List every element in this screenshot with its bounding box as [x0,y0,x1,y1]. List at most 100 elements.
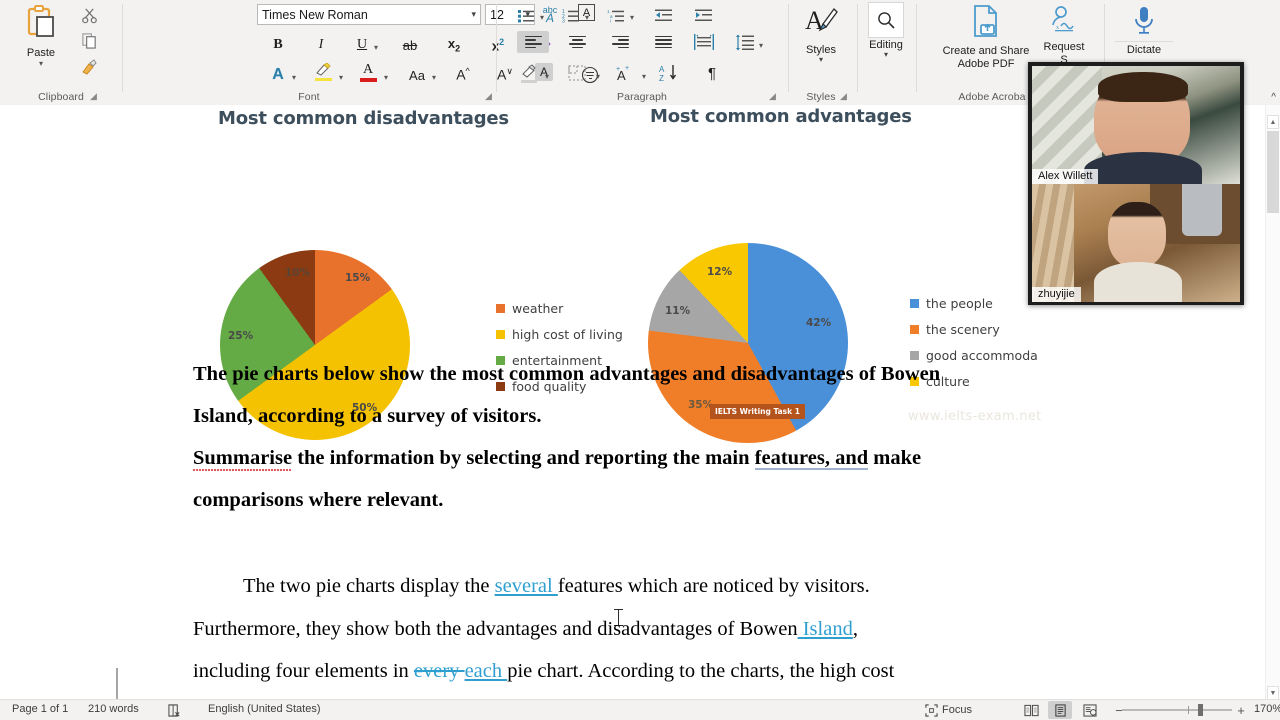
zoom-in-button[interactable]: + [1234,701,1248,719]
text-highlight-button[interactable] [311,60,335,84]
borders-dropdown[interactable]: ▾ [592,64,604,88]
grow-font-button[interactable]: A^ [451,62,475,86]
chevron-down-icon: ▾ [641,71,646,81]
cut-button[interactable] [76,4,102,26]
distributed-button[interactable] [690,31,718,53]
request-signatures-button[interactable]: x Request S [1025,4,1103,67]
legend-item: high cost of living [496,327,623,342]
underline-dropdown[interactable]: ▾ [370,35,382,59]
show-formatting-marks-button[interactable]: ¶ [700,61,724,85]
change-case-dropdown[interactable]: ▾ [428,65,440,89]
editing-button[interactable]: Editing ▾ [855,2,917,59]
font-color-button[interactable]: A [356,60,380,84]
vertical-scrollbar[interactable]: ▲ ▼ [1265,105,1280,700]
proofing-status-button[interactable] [166,701,182,719]
bold-button[interactable]: B [266,33,290,57]
video-call-overlay[interactable]: Alex Willett zhuyijie [1028,62,1244,305]
inserted-text-each: each [464,660,508,682]
copy-button[interactable] [76,29,102,51]
paragraph-dialog-launcher[interactable]: ◢ [769,91,776,102]
search-icon [868,2,904,38]
chevron-down-icon: ▾ [338,72,343,82]
font-name-combobox[interactable]: Times New Roman ▾ [257,4,481,25]
word-count[interactable]: 210 words [88,703,139,715]
collapse-ribbon-button[interactable]: ^ [1271,92,1276,103]
zoom-slider[interactable] [1122,704,1232,716]
line-spacing-button[interactable] [733,31,757,53]
bullets-dropdown[interactable]: ▾ [536,5,548,29]
text-effects-dropdown[interactable]: ▾ [288,65,300,89]
underline-label: U [356,37,368,52]
asian-layout-button[interactable]: A + + [613,61,637,85]
collapse-ribbon-chevron: ^ [1271,92,1276,103]
chevron-down-icon[interactable]: ▾ [471,9,476,20]
asian-layout-dropdown[interactable]: ▾ [638,64,650,88]
shading-dropdown[interactable]: ▾ [541,64,553,88]
language-indicator[interactable]: English (United States) [208,703,321,715]
align-right-button[interactable] [604,31,636,53]
video-tile-participant-1[interactable]: Alex Willett [1032,66,1240,184]
video-tile-participant-2[interactable]: zhuyijie [1032,184,1240,302]
chevron-down-icon: ▾ [584,12,589,22]
clipboard-paste-icon [23,4,59,45]
decrease-indent-button[interactable] [652,3,676,27]
font-dialog-launcher[interactable]: ◢ [485,91,492,102]
format-painter-button[interactable] [76,56,102,78]
scroll-down-button[interactable]: ▼ [1267,686,1279,700]
web-layout-button[interactable] [1078,701,1102,719]
align-left-button[interactable] [517,31,549,53]
dictate-button[interactable]: Dictate [1105,4,1183,56]
scroll-up-button[interactable]: ▲ [1267,115,1279,129]
paste-button[interactable]: Paste ▾ [12,4,70,72]
scrollbar-thumb[interactable] [1267,131,1279,213]
print-layout-button[interactable] [1048,701,1072,719]
legend-label-weather: weather [512,301,564,316]
change-case-button[interactable]: Aa [404,63,430,87]
line-spacing-dropdown[interactable]: ▾ [755,33,767,57]
page-indicator[interactable]: Page 1 of 1 [12,703,68,715]
chevron-down-icon[interactable]: ▾ [819,55,823,64]
numbered-list-icon: 1 2 3 [562,9,579,23]
align-right-icon [611,34,629,51]
multilevel-dropdown[interactable]: ▾ [626,5,638,29]
body-paragraph[interactable]: The two pie charts display the several f… [193,565,1073,693]
justify-button[interactable] [647,31,679,53]
numbering-dropdown[interactable]: ▾ [581,5,593,29]
borders-button[interactable] [565,61,589,85]
strikethrough-button[interactable]: ab [398,33,422,57]
read-mode-button[interactable] [1020,701,1042,719]
chevron-down-icon[interactable]: ▾ [39,59,43,68]
request-signature-icon: x [1047,4,1081,41]
font-color-dropdown[interactable]: ▾ [380,65,392,89]
legend-swatch-weather [496,304,505,313]
highlight-dropdown[interactable]: ▾ [335,65,347,89]
justify-icon [654,34,672,51]
chevron-down-icon[interactable]: ▾ [884,50,888,59]
styles-dialog-launcher[interactable]: ◢ [840,91,847,102]
text-effects-button[interactable]: A [266,63,290,87]
styles-button[interactable]: A Styles ▾ [790,4,852,64]
sort-button[interactable]: A Z [657,61,681,85]
prompt-paragraph[interactable]: The pie charts below show the most commo… [193,353,1023,521]
body-line-1-b: features which are noticed by visitors. [557,575,870,597]
clipboard-dialog-launcher[interactable]: ◢ [90,91,97,102]
increase-indent-button[interactable] [692,3,716,27]
legend-swatch-scenery [910,325,919,334]
legend-swatch-cost [496,330,505,339]
multilevel-list-button[interactable]: 1 a i [604,3,628,27]
shading-button[interactable] [517,61,541,85]
chevron-down-icon: ▾ [431,72,436,82]
bullets-button[interactable] [514,3,538,27]
zoom-slider-thumb[interactable] [1198,704,1203,716]
pie-slice-label-culture: 12% [707,266,733,278]
italic-button[interactable]: I [309,33,333,57]
bold-label: B [273,37,283,52]
numbering-button[interactable]: 1 2 3 [559,3,583,27]
legend-label-people: the people [926,296,993,311]
align-center-button[interactable] [561,31,593,53]
subscript-button[interactable]: x2 [442,33,466,57]
zoom-level-label[interactable]: 170% [1254,703,1280,715]
body-line-3: including four elements in every each pi… [193,650,1073,693]
bullet-list-icon [518,9,534,22]
focus-mode-button[interactable]: Focus [925,701,972,719]
